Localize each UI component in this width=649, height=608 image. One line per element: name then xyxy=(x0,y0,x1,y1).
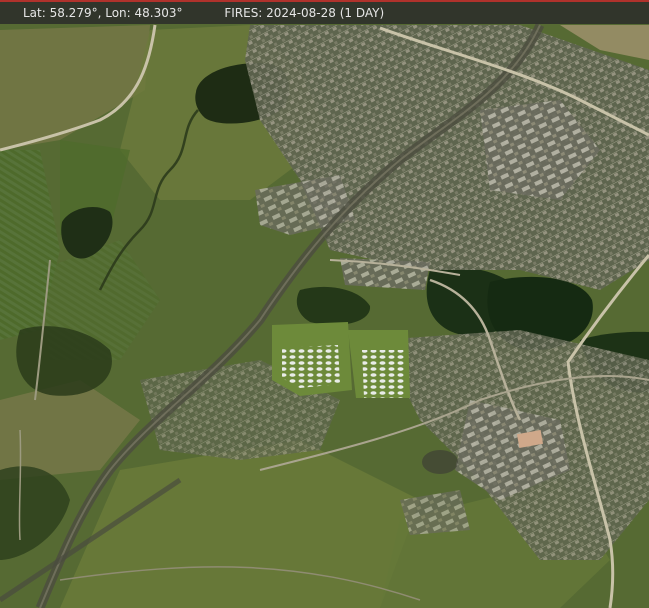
satellite-map[interactable] xyxy=(0,0,649,608)
coordinates-readout: Lat: 58.279°, Lon: 48.303° xyxy=(23,6,183,20)
satellite-imagery xyxy=(0,0,649,608)
fires-date-label: FIRES: 2024-08-28 (1 DAY) xyxy=(224,6,385,20)
map-info-bar: Lat: 58.279°, Lon: 48.303° FIRES: 2024-0… xyxy=(0,2,649,24)
